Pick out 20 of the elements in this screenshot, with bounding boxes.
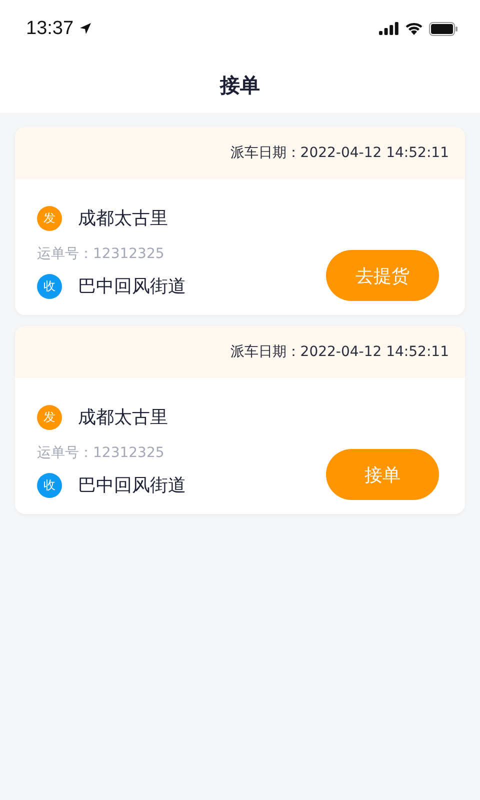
dispatch-date: 派车日期：2022-04-12 14:52:11 xyxy=(230,144,449,162)
stop-badge: 发 xyxy=(37,404,62,430)
place-name: 巴中回风街道 xyxy=(78,474,186,497)
waybill-number: 运单号：12312325 xyxy=(37,245,166,263)
waybill-number: 运单号：12312325 xyxy=(37,444,166,462)
signal-icon xyxy=(379,22,399,35)
action-button[interactable]: 去提货 xyxy=(326,250,439,301)
place-name: 成都太古里 xyxy=(78,207,168,230)
location-arrow-icon xyxy=(78,22,92,35)
stop-badge: 收 xyxy=(37,472,62,498)
page-title: 接单 xyxy=(220,72,260,98)
dispatch-date: 派车日期：2022-04-12 14:52:11 xyxy=(230,343,449,361)
place-name: 巴中回风街道 xyxy=(78,275,186,298)
stop-badge: 发 xyxy=(37,206,62,230)
place-name: 成都太古里 xyxy=(78,406,168,429)
status-time: 13:37 xyxy=(26,18,74,40)
wifi-icon xyxy=(405,22,423,35)
action-button[interactable]: 接单 xyxy=(326,449,439,500)
stop-badge: 收 xyxy=(37,274,62,298)
battery-icon xyxy=(429,22,458,36)
